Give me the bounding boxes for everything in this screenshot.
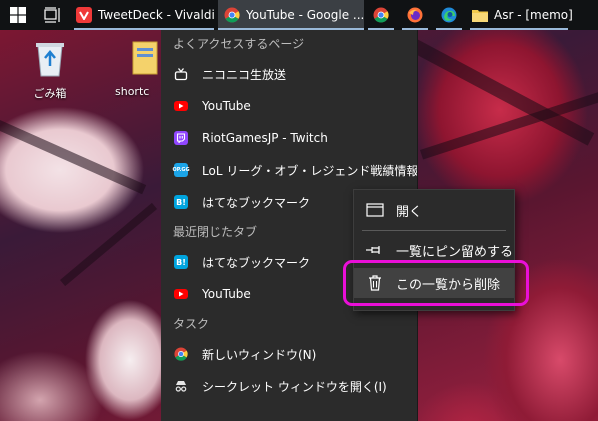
taskbar-window-explorer[interactable]: Asr - [memo] [466,0,572,30]
jump-list-item-label: YouTube [202,287,251,301]
taskbar-window-label: YouTube - Google ... [246,8,364,22]
desktop-icon-recycle-bin[interactable]: ごみ箱 [18,38,82,101]
taskbar-window-label: Asr - [memo] [494,8,572,22]
folder-icon [472,7,488,23]
jump-list-item-label: LoL リーグ・オブ・レジェンド戦績情報、データ... [202,163,417,178]
vivaldi-icon [76,7,92,23]
chrome-icon [174,347,188,361]
task-view-button[interactable] [36,0,70,30]
firefox-icon [407,7,423,23]
jump-list-item-label: ニコニコ生放送 [202,67,287,82]
jump-list-item-twitch[interactable]: RiotGamesJP - Twitch [161,122,417,154]
twitch-icon [174,131,188,145]
chrome-icon [373,7,389,23]
taskbar: TweetDeck - Vivaldi YouTube - Google ... [0,0,598,30]
jump-list-item-label: はてなブックマーク [202,255,311,270]
running-indicator [470,28,568,30]
highlight-annotation [343,260,529,306]
desktop-icon-label: shortc [115,85,150,98]
context-menu-pin-label: 一覧にピン留めする [396,244,514,260]
recycle-bin-icon [36,43,64,77]
niconico-icon [174,67,188,81]
task-view-icon [44,7,60,23]
jump-list-item-opgg[interactable]: OP.GG LoL リーグ・オブ・レジェンド戦績情報、データ... [161,154,417,186]
context-menu-separator [362,230,506,231]
taskbar-window-vivaldi[interactable]: TweetDeck - Vivaldi [70,0,218,30]
desktop-icon-label: ごみ箱 [33,87,67,100]
taskbar-app-firefox[interactable] [398,0,432,30]
jump-list-item-label: 新しいウィンドウ(N) [202,347,317,362]
edge-icon [441,7,457,23]
hatena-icon: B! [174,195,188,209]
taskbar-window-chrome-youtube[interactable]: YouTube - Google ... [218,0,364,30]
taskbar-window-label: TweetDeck - Vivaldi [98,8,215,22]
jump-list-task-new-window[interactable]: 新しいウィンドウ(N) [161,338,417,370]
shortcut-icon [132,41,158,75]
taskbar-app-edge[interactable] [432,0,466,30]
jump-list-item-label: シークレット ウィンドウを開く(I) [202,379,387,394]
jump-list-item-niconico[interactable]: ニコニコ生放送 [161,58,417,90]
pin-icon [366,241,384,259]
youtube-icon [174,289,188,299]
hatena-icon: B! [174,255,188,269]
context-menu-open[interactable]: 開く [354,195,514,225]
jump-list-header-frequent: よくアクセスするページ [173,37,305,51]
jump-list-item-label: YouTube [202,99,251,113]
taskbar-app-chrome[interactable] [364,0,398,30]
chrome-icon [224,7,240,23]
jump-list-item-label: RiotGamesJP - Twitch [202,131,328,145]
desktop-icon-shortcut[interactable]: shortc [115,38,165,98]
running-indicator [436,28,462,30]
incognito-icon [174,379,188,393]
window-icon [366,201,384,219]
jump-list-header-tasks: タスク [173,317,210,331]
wallpaper-stroke [60,202,158,287]
jump-list-task-incognito[interactable]: シークレット ウィンドウを開く(I) [161,370,417,402]
youtube-icon [174,101,188,111]
windows-icon [10,7,26,23]
context-menu-open-label: 開く [396,204,423,220]
opgg-icon: OP.GG [172,163,190,177]
jump-list-item-label: はてなブックマーク [202,195,311,210]
wallpaper-stroke [0,120,147,195]
jump-list-item-youtube[interactable]: YouTube [161,90,417,122]
start-button[interactable] [0,0,36,30]
